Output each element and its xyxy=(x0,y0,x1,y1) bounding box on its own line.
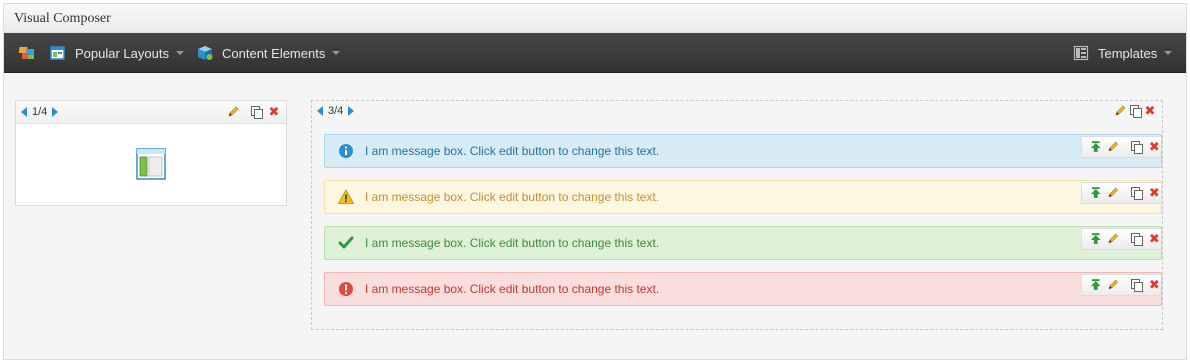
popular-layouts-menu[interactable]: Popular Layouts xyxy=(50,33,184,73)
chevron-down-icon xyxy=(332,51,341,55)
error-icon xyxy=(339,282,353,296)
message-box-info[interactable]: I am message box. Click edit button to c… xyxy=(324,134,1162,168)
vc-navbar: Popular Layouts Content Elements Templat… xyxy=(4,33,1186,73)
message-toolbar: ✖ xyxy=(1081,136,1161,158)
pencil-icon[interactable] xyxy=(1107,141,1119,153)
pencil-icon[interactable] xyxy=(227,106,239,118)
chevron-down-icon xyxy=(175,51,184,55)
warning-icon xyxy=(338,189,354,204)
info-icon xyxy=(339,144,353,158)
message-text: I am message box. Click edit button to c… xyxy=(365,144,660,158)
expand-column-icon[interactable] xyxy=(348,106,355,116)
close-icon[interactable]: ✖ xyxy=(1143,104,1157,118)
elements-cube-icon xyxy=(198,46,213,60)
column-one-quarter: 1/4 ✖ xyxy=(15,100,287,206)
chevron-down-icon xyxy=(1164,51,1173,55)
copy-icon[interactable] xyxy=(1130,232,1144,246)
visual-composer-panel: Visual Composer Popular Layouts Content … xyxy=(3,3,1187,360)
close-icon[interactable]: ✖ xyxy=(1148,278,1161,292)
message-text: I am message box. Click edit button to c… xyxy=(365,282,660,296)
message-box-warning[interactable]: I am message box. Click edit button to c… xyxy=(324,180,1162,214)
pencil-icon[interactable] xyxy=(1107,233,1119,245)
close-icon[interactable]: ✖ xyxy=(1148,186,1161,200)
copy-icon[interactable] xyxy=(250,105,264,119)
layout-icon xyxy=(50,46,65,60)
templates-menu[interactable]: Templates xyxy=(1073,33,1173,73)
pencil-icon[interactable] xyxy=(1107,279,1119,291)
shrink-column-icon[interactable] xyxy=(21,107,27,117)
templates-label: Templates xyxy=(1098,45,1158,61)
popular-layouts-label: Popular Layouts xyxy=(75,45,169,61)
move-arrow-icon[interactable] xyxy=(1089,232,1102,246)
copy-icon[interactable] xyxy=(1129,104,1143,118)
shrink-column-icon[interactable] xyxy=(317,106,323,116)
pencil-icon[interactable] xyxy=(1107,187,1119,199)
message-text: I am message box. Click edit button to c… xyxy=(365,190,660,204)
column-placeholder[interactable] xyxy=(136,148,166,183)
message-box-success[interactable]: I am message box. Click edit button to c… xyxy=(324,226,1162,260)
column-header: 3/4 ✖ xyxy=(312,101,1162,121)
message-toolbar: ✖ xyxy=(1081,228,1161,250)
close-icon[interactable]: ✖ xyxy=(1148,232,1161,246)
expand-column-icon[interactable] xyxy=(52,107,59,117)
column-size: 3/4 xyxy=(328,105,344,117)
copy-icon[interactable] xyxy=(1130,140,1144,154)
column-three-quarter: 3/4 ✖ I am message box. Click edit butto… xyxy=(311,100,1163,330)
move-arrow-icon[interactable] xyxy=(1089,186,1102,200)
vc-logo-icon xyxy=(18,47,34,59)
content-elements-label: Content Elements xyxy=(222,45,326,61)
message-toolbar: ✖ xyxy=(1081,274,1161,296)
panel-title: Visual Composer xyxy=(4,4,1186,33)
column-size: 1/4 xyxy=(32,106,48,118)
move-arrow-icon[interactable] xyxy=(1089,278,1102,292)
close-icon[interactable]: ✖ xyxy=(1148,140,1161,154)
content-elements-menu[interactable]: Content Elements xyxy=(197,33,341,73)
column-header: 1/4 ✖ xyxy=(16,101,286,124)
templates-icon xyxy=(1073,45,1089,61)
column-layout-icon xyxy=(136,148,166,180)
move-arrow-icon[interactable] xyxy=(1089,140,1102,154)
message-box-error[interactable]: I am message box. Click edit button to c… xyxy=(324,272,1162,306)
message-toolbar: ✖ xyxy=(1081,182,1161,204)
message-text: I am message box. Click edit button to c… xyxy=(365,236,660,250)
checkmark-icon xyxy=(338,236,354,249)
vc-logo-button[interactable] xyxy=(18,33,36,73)
pencil-icon[interactable] xyxy=(1114,105,1126,117)
close-icon[interactable]: ✖ xyxy=(267,105,281,119)
copy-icon[interactable] xyxy=(1130,186,1144,200)
copy-icon[interactable] xyxy=(1130,278,1144,292)
